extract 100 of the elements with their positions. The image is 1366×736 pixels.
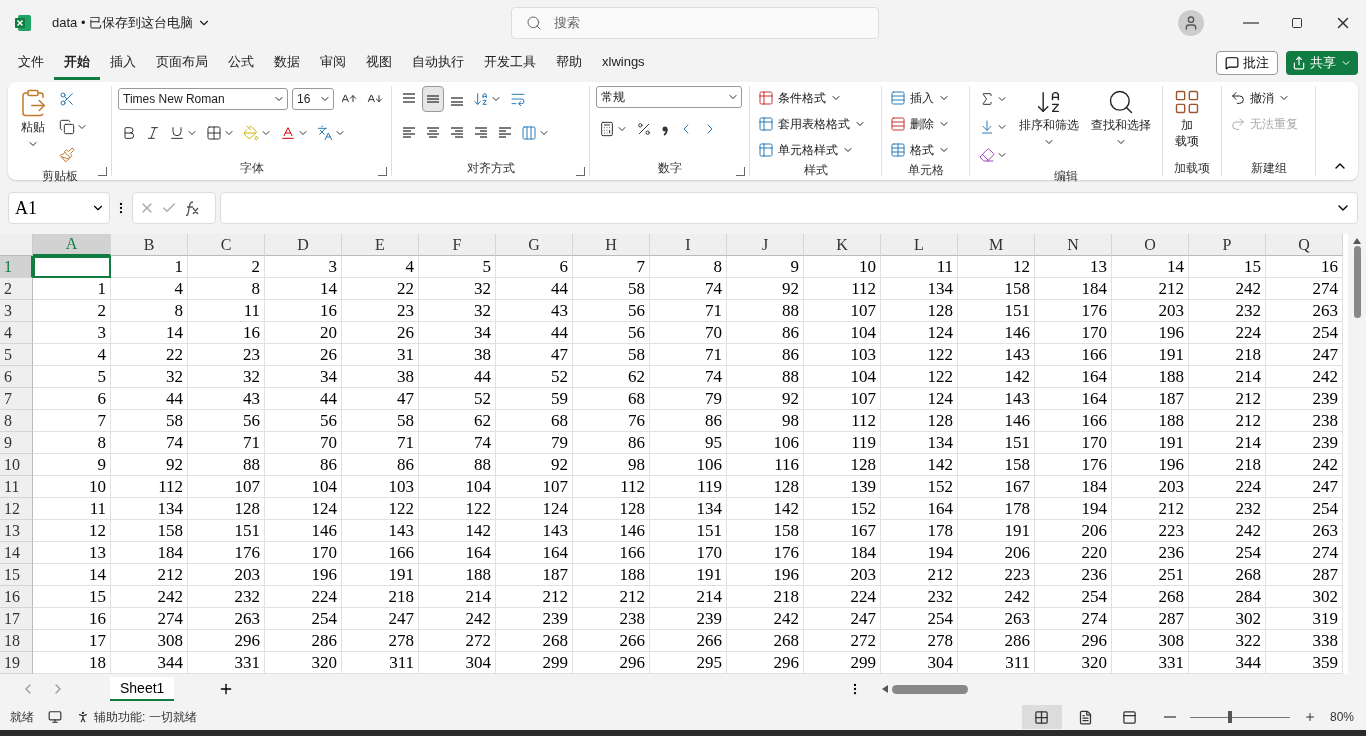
row-header[interactable]: 1 xyxy=(0,256,33,278)
table-cell: 143 xyxy=(496,520,573,542)
row-header[interactable]: 2 xyxy=(0,278,33,300)
ribbon-tab[interactable]: 文件 xyxy=(8,46,54,80)
vertical-align-button[interactable] xyxy=(422,86,444,112)
find-select-button[interactable]: 查找和选择 xyxy=(1087,86,1155,150)
ribbon-tab[interactable]: 帮助 xyxy=(546,46,592,80)
view-button[interactable] xyxy=(1021,705,1062,729)
zoom-slider-thumb[interactable] xyxy=(1227,711,1232,723)
document-title[interactable]: data • 已保存到这台电脑 xyxy=(52,14,212,32)
table-cell: 247 xyxy=(342,608,419,630)
column-header[interactable]: B xyxy=(111,234,188,256)
column-header[interactable]: O xyxy=(1112,234,1189,256)
font-name-field[interactable]: Times New Roman xyxy=(118,88,288,110)
row-header[interactable]: 9 xyxy=(0,432,33,454)
column-header[interactable]: K xyxy=(804,234,881,256)
column-header[interactable]: Q xyxy=(1266,234,1343,256)
row-header[interactable]: 13 xyxy=(0,520,33,542)
horizontal-scrollbar-thumb[interactable] xyxy=(892,684,968,694)
scroll-left-icon[interactable] xyxy=(882,685,888,693)
row-header[interactable]: 6 xyxy=(0,366,33,388)
table-cell: 142 xyxy=(958,366,1035,388)
cells-menu-button[interactable]: 插入 xyxy=(888,86,952,110)
cells-menu-button[interactable]: 删除 xyxy=(888,112,952,136)
number-format-field[interactable]: 常规 xyxy=(596,86,742,108)
column-header[interactable]: D xyxy=(265,234,342,256)
name-box[interactable]: A1 xyxy=(8,192,110,224)
paste-button[interactable]: 粘贴 xyxy=(14,86,52,152)
row-header[interactable]: 12 xyxy=(0,498,33,520)
table-cell: 178 xyxy=(881,520,958,542)
share-button[interactable]: 共享 xyxy=(1286,51,1358,75)
ribbon-tab[interactable]: 开发工具 xyxy=(474,46,546,80)
row-header[interactable]: 7 xyxy=(0,388,33,410)
function-icon[interactable] xyxy=(183,200,201,216)
row-header[interactable]: 18 xyxy=(0,630,33,652)
column-header[interactable]: J xyxy=(727,234,804,256)
ribbon-tab[interactable]: 数据 xyxy=(264,46,310,80)
ribbon-tab[interactable]: xlwings xyxy=(592,48,655,78)
row-header[interactable]: 10 xyxy=(0,454,33,476)
ribbon-tab[interactable]: 自动执行 xyxy=(402,46,474,80)
column-header[interactable]: G xyxy=(496,234,573,256)
row-header[interactable]: 14 xyxy=(0,542,33,564)
add-ins-button[interactable]: 加 载项 xyxy=(1169,86,1205,152)
ribbon-tab[interactable]: 视图 xyxy=(356,46,402,80)
column-header[interactable]: N xyxy=(1035,234,1112,256)
column-header[interactable]: C xyxy=(188,234,265,256)
sheet-tab[interactable]: Sheet1 xyxy=(110,677,175,701)
comments-button[interactable]: 批注 xyxy=(1216,51,1278,75)
column-header[interactable]: H xyxy=(573,234,650,256)
formula-field[interactable] xyxy=(220,192,1358,224)
table-cell: 151 xyxy=(958,432,1035,454)
row-header[interactable]: 4 xyxy=(0,322,33,344)
dialog-launcher-icon[interactable] xyxy=(98,167,107,176)
scroll-up-icon[interactable] xyxy=(1353,238,1361,244)
row-header[interactable]: 8 xyxy=(0,410,33,432)
table-cell: 188 xyxy=(1112,410,1189,432)
row-header[interactable]: 15 xyxy=(0,564,33,586)
dialog-launcher-icon[interactable] xyxy=(736,167,745,176)
ribbon-tab[interactable]: 公式 xyxy=(218,46,264,80)
dialog-launcher-icon[interactable] xyxy=(576,167,585,176)
table-cell: 296 xyxy=(573,652,650,674)
user-avatar[interactable] xyxy=(1178,10,1204,36)
cells-menu-button[interactable]: 格式 xyxy=(888,138,952,162)
table-cell: 196 xyxy=(265,564,342,586)
table-cell: 167 xyxy=(804,520,881,542)
table-cell: 44 xyxy=(419,366,496,388)
column-header[interactable]: P xyxy=(1189,234,1266,256)
sort-filter-button[interactable]: 排序和筛选 xyxy=(1015,86,1083,150)
table-cell: 188 xyxy=(419,564,496,586)
ribbon-tab[interactable]: 开始 xyxy=(54,46,100,80)
font-size-field[interactable]: 16 xyxy=(292,88,334,110)
ribbon-tab[interactable]: 插入 xyxy=(100,46,146,80)
row-header[interactable]: 5 xyxy=(0,344,33,366)
undo-button[interactable]: 撤消 xyxy=(1228,86,1292,110)
row-header[interactable]: 11 xyxy=(0,476,33,498)
ribbon-tab[interactable]: 审阅 xyxy=(310,46,356,80)
row-header[interactable]: 3 xyxy=(0,300,33,322)
styles-menu-button[interactable]: 单元格样式 xyxy=(756,138,856,162)
panel-icon xyxy=(1122,709,1138,725)
zoom-in-icon[interactable] xyxy=(1303,711,1316,723)
styles-menu-button[interactable]: 条件格式 xyxy=(756,86,844,110)
accessibility-status[interactable]: 辅助功能: 一切就绪 xyxy=(76,708,197,726)
search-icon xyxy=(1107,88,1135,116)
column-header[interactable]: L xyxy=(881,234,958,256)
table-cell: 146 xyxy=(958,322,1035,344)
column-header[interactable]: F xyxy=(419,234,496,256)
column-header[interactable]: A xyxy=(33,234,111,256)
column-header[interactable]: M xyxy=(958,234,1035,256)
zoom-level[interactable]: 80% xyxy=(1329,710,1354,724)
ribbon-tab[interactable]: 页面布局 xyxy=(146,46,218,80)
vertical-scrollbar-thumb[interactable] xyxy=(1353,246,1361,318)
row-header[interactable]: 16 xyxy=(0,586,33,608)
dialog-launcher-icon[interactable] xyxy=(378,167,387,176)
column-header[interactable]: I xyxy=(650,234,727,256)
macro-record-icon[interactable] xyxy=(48,710,62,724)
row-header[interactable]: 17 xyxy=(0,608,33,630)
styles-menu-button[interactable]: 套用表格格式 xyxy=(756,112,868,136)
column-header[interactable]: E xyxy=(342,234,419,256)
row-header[interactable]: 19 xyxy=(0,652,33,674)
search-field[interactable]: 搜索 xyxy=(510,7,879,39)
